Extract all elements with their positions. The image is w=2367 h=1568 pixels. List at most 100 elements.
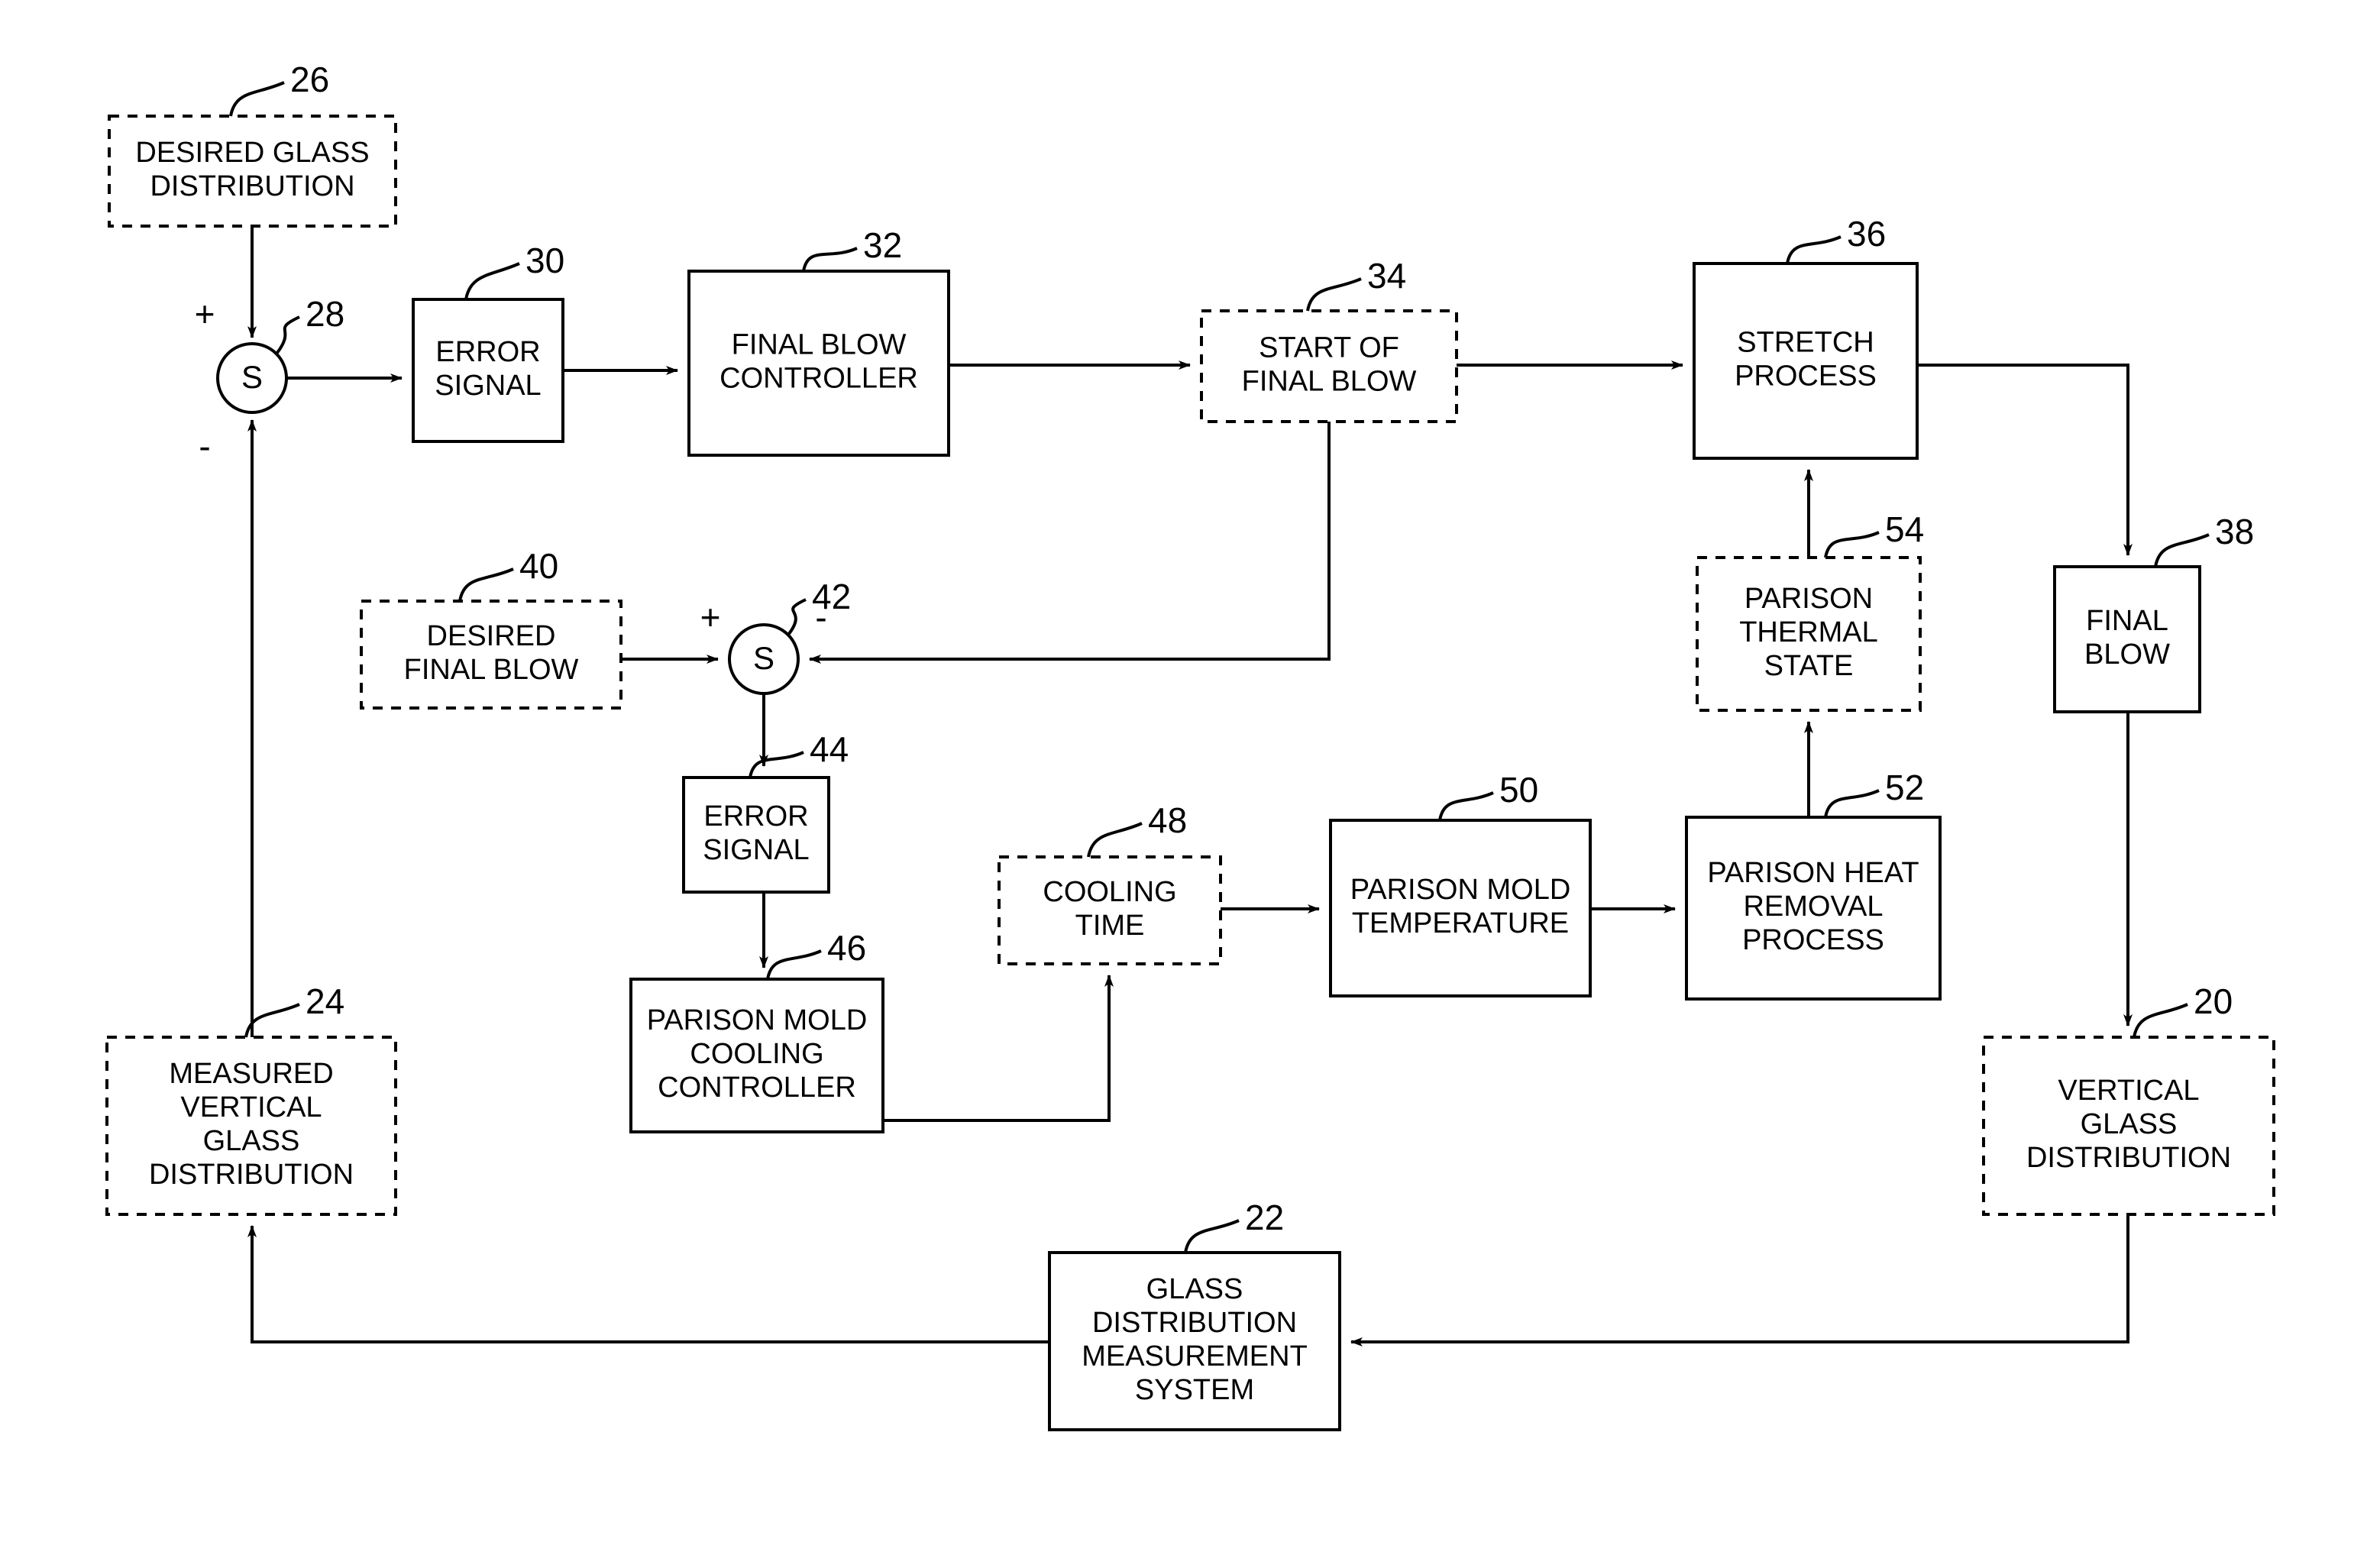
reference-26: 26 xyxy=(229,60,329,117)
leader-line-54 xyxy=(1824,531,1880,558)
node-label-glass-distribution-measurement-system: SYSTEM xyxy=(1135,1374,1254,1406)
reference-numeral-36: 36 xyxy=(1847,214,1886,254)
leader-line-26 xyxy=(229,81,285,117)
node-parison-heat-removal-process: PARISON HEATREMOVALPROCESS xyxy=(1685,816,1942,1001)
reference-numeral-22: 22 xyxy=(1245,1198,1284,1237)
node-label-parison-thermal-state: PARISON xyxy=(1745,583,1873,615)
node-label-glass-distribution-measurement-system: GLASS xyxy=(1146,1273,1243,1305)
leader-line-44 xyxy=(749,751,804,778)
connector-46-to-48 xyxy=(883,975,1114,1122)
node-label-start-of-final-blow: FINAL BLOW xyxy=(1242,366,1417,398)
node-parison-mold-temperature: PARISON MOLDTEMPERATURE xyxy=(1329,819,1592,997)
node-label-parison-thermal-state: STATE xyxy=(1764,650,1854,682)
node-label-vertical-glass-distribution: VERTICAL xyxy=(2058,1075,2199,1107)
node-label-measured-vertical-glass-distribution: VERTICAL xyxy=(180,1091,322,1123)
node-vertical-glass-distribution: VERTICALGLASSDISTRIBUTION xyxy=(1982,1036,2275,1216)
node-label-vertical-glass-distribution: DISTRIBUTION xyxy=(2026,1142,2231,1174)
connector-36-to-38 xyxy=(1917,364,2133,556)
node-error-signal-lower: ERRORSIGNAL xyxy=(682,776,830,894)
reference-38: 38 xyxy=(2154,512,2254,567)
reference-52: 52 xyxy=(1824,768,1924,818)
reference-30: 30 xyxy=(464,241,564,300)
summing-symbol-28: S xyxy=(241,359,263,395)
node-label-parison-heat-removal-process: PARISON HEAT xyxy=(1707,857,1919,889)
sign-label-42-0: + xyxy=(700,597,721,637)
reference-numeral-40: 40 xyxy=(519,546,558,586)
reference-numeral-28: 28 xyxy=(306,294,344,334)
node-label-final-blow: BLOW xyxy=(2084,639,2170,671)
node-label-parison-mold-temperature: TEMPERATURE xyxy=(1352,907,1569,939)
node-parison-thermal-state: PARISONTHERMALSTATE xyxy=(1696,556,1922,712)
node-label-start-of-final-blow: START OF xyxy=(1259,332,1399,364)
reference-numeral-24: 24 xyxy=(306,981,344,1021)
node-label-error-signal-lower: SIGNAL xyxy=(703,834,809,866)
node-label-measured-vertical-glass-distribution: MEASURED xyxy=(169,1058,333,1090)
leader-line-24 xyxy=(244,1003,300,1038)
leader-line-22 xyxy=(1184,1219,1240,1253)
node-label-parison-heat-removal-process: PROCESS xyxy=(1742,924,1884,956)
node-label-desired-glass-distribution: DESIRED GLASS xyxy=(135,137,369,169)
node-label-final-blow: FINAL xyxy=(2086,605,2168,637)
leader-line-48 xyxy=(1087,822,1143,858)
node-label-final-blow-controller: FINAL BLOW xyxy=(732,329,907,361)
reference-numeral-30: 30 xyxy=(525,241,564,280)
node-stretch-process: STRETCHPROCESS xyxy=(1693,262,1919,460)
reference-48: 48 xyxy=(1087,800,1187,858)
leader-line-36 xyxy=(1786,235,1842,264)
reference-numeral-54: 54 xyxy=(1885,509,1924,549)
reference-numeral-20: 20 xyxy=(2194,981,2233,1021)
reference-numeral-38: 38 xyxy=(2215,512,2254,551)
node-label-measured-vertical-glass-distribution: DISTRIBUTION xyxy=(149,1159,354,1191)
leader-line-28 xyxy=(275,315,300,354)
node-label-parison-mold-cooling-controller: COOLING xyxy=(690,1038,823,1070)
leader-line-42 xyxy=(787,598,807,635)
reference-numeral-50: 50 xyxy=(1499,770,1538,810)
reference-40: 40 xyxy=(458,546,558,602)
reference-numeral-44: 44 xyxy=(810,729,849,769)
node-label-parison-thermal-state: THERMAL xyxy=(1739,616,1878,648)
reference-numeral-34: 34 xyxy=(1367,256,1406,296)
node-start-of-final-blow: START OFFINAL BLOW xyxy=(1200,309,1458,423)
node-parison-mold-cooling-controller: PARISON MOLDCOOLINGCONTROLLER xyxy=(629,978,884,1133)
node-label-desired-final-blow: FINAL BLOW xyxy=(404,654,579,686)
reference-54: 54 xyxy=(1824,509,1924,558)
summing-junction-28: S + - xyxy=(195,294,288,466)
summing-junction-42: S+ - xyxy=(700,597,827,695)
leader-line-34 xyxy=(1306,277,1362,312)
node-label-glass-distribution-measurement-system: DISTRIBUTION xyxy=(1092,1307,1297,1339)
reference-50: 50 xyxy=(1438,770,1538,821)
node-final-blow: FINALBLOW xyxy=(2053,565,2201,713)
node-label-measured-vertical-glass-distribution: GLASS xyxy=(203,1125,300,1157)
leader-line-32 xyxy=(802,247,858,272)
reference-numeral-42: 42 xyxy=(812,577,851,616)
node-final-blow-controller: FINAL BLOWCONTROLLER xyxy=(687,270,950,457)
node-label-stretch-process: PROCESS xyxy=(1735,360,1877,393)
reference-numeral-26: 26 xyxy=(290,60,329,99)
reference-34: 34 xyxy=(1306,256,1406,312)
leader-line-30 xyxy=(464,262,520,300)
node-label-vertical-glass-distribution: GLASS xyxy=(2081,1108,2178,1140)
node-label-stretch-process: STRETCH xyxy=(1737,327,1874,359)
leader-line-52 xyxy=(1824,789,1880,818)
node-label-error-signal-lower: ERROR xyxy=(703,800,808,832)
node-label-final-blow-controller: CONTROLLER xyxy=(719,363,918,395)
node-layer: DESIRED GLASSDISTRIBUTIONERRORSIGNALFINA… xyxy=(105,115,2275,1431)
node-label-parison-mold-cooling-controller: CONTROLLER xyxy=(658,1072,856,1104)
node-label-desired-glass-distribution: DISTRIBUTION xyxy=(150,170,354,202)
sign-label-28-1: - xyxy=(199,426,210,466)
leader-line-38 xyxy=(2154,533,2210,567)
reference-36: 36 xyxy=(1786,214,1886,264)
node-label-parison-mold-temperature: PARISON MOLD xyxy=(1350,874,1571,906)
reference-24: 24 xyxy=(244,981,344,1038)
node-desired-final-blow: DESIREDFINAL BLOW xyxy=(360,600,622,710)
node-label-cooling-time: COOLING xyxy=(1043,876,1176,908)
reference-20: 20 xyxy=(2133,981,2233,1038)
leader-line-40 xyxy=(458,567,514,602)
reference-28: 28 xyxy=(275,294,344,354)
leader-line-50 xyxy=(1438,791,1494,821)
node-label-parison-mold-cooling-controller: PARISON MOLD xyxy=(647,1004,868,1036)
reference-32: 32 xyxy=(802,225,902,272)
node-label-glass-distribution-measurement-system: MEASUREMENT xyxy=(1082,1340,1308,1372)
node-cooling-time: COOLINGTIME xyxy=(998,855,1222,965)
node-measured-vertical-glass-distribution: MEASUREDVERTICALGLASSDISTRIBUTION xyxy=(105,1036,397,1216)
